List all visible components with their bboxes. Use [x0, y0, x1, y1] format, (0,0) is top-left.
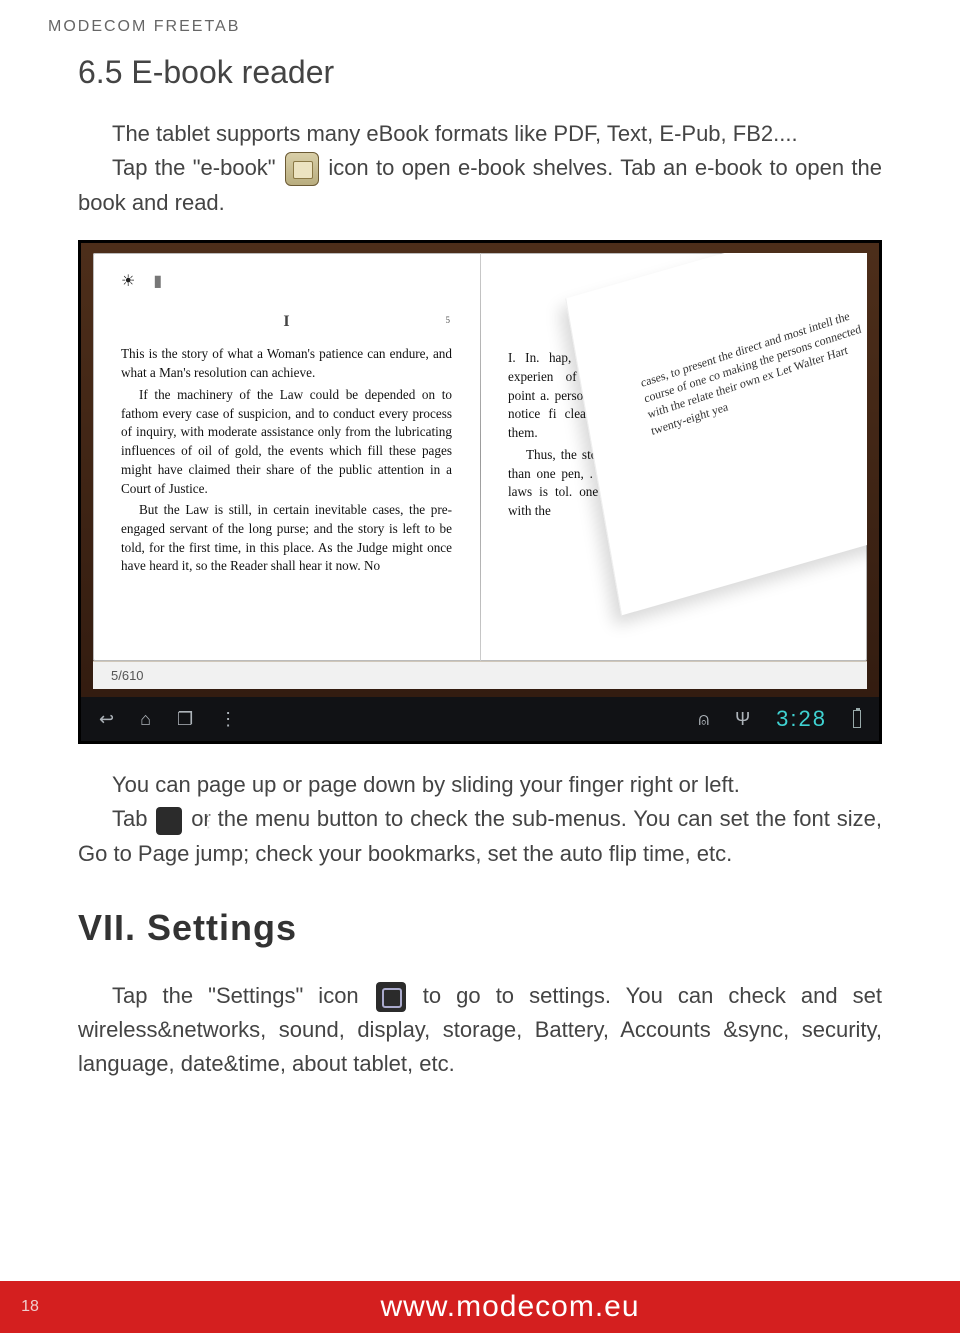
book-para-1: This is the story of what a Woman's pati…	[121, 345, 452, 382]
page-marker: 5	[446, 315, 451, 325]
android-debug-icon[interactable]: ⍝	[698, 709, 709, 730]
book-frame: ☀ ▮ I 5 This is the story of what a Woma…	[81, 243, 879, 697]
after-shot-p2: Tab or the menu button to check the sub-…	[78, 802, 882, 870]
android-navbar: ↩ ⌂ ❐ ⋮ ⍝ Ψ 3:28	[81, 697, 879, 741]
usb-icon[interactable]: Ψ	[735, 709, 750, 730]
intro-paragraph-2: Tap the "e-book" icon to open e-book she…	[78, 151, 882, 220]
page-number: 18	[0, 1298, 60, 1316]
overflow-icon[interactable]: ⋮	[219, 709, 237, 730]
section-7-p1: Tap the "Settings" icon to go to setting…	[78, 979, 882, 1081]
section-6-5-heading: 6.5 E-book reader	[78, 54, 882, 91]
brightness-icon[interactable]: ☀	[121, 271, 135, 291]
bookmark-icon[interactable]: ▮	[153, 271, 162, 291]
open-book: ☀ ▮ I 5 This is the story of what a Woma…	[93, 253, 867, 661]
section-7-heading: VII. Settings	[78, 907, 882, 949]
book-para-3: But the Law is still, in certain inevita…	[121, 501, 452, 576]
reader-toolbar-left: ☀ ▮	[121, 271, 162, 291]
curl-text: cases, to present the direct and most in…	[639, 305, 867, 439]
left-page[interactable]: ☀ ▮ I 5 This is the story of what a Woma…	[93, 253, 480, 661]
recent-apps-icon[interactable]: ❐	[177, 709, 193, 730]
page-footer: 18 www.modecom.eu	[0, 1281, 960, 1333]
right-page[interactable]: AA ⤢ ci I. In. hap, other. describ exper…	[480, 253, 867, 661]
p2a: Tab	[112, 806, 154, 831]
intro-paragraph-1: The tablet supports many eBook formats l…	[78, 117, 882, 151]
page-counter: 5/610	[93, 661, 867, 689]
ebook-reader-screenshot: ☀ ▮ I 5 This is the story of what a Woma…	[78, 240, 882, 744]
left-page-text: This is the story of what a Woman's pati…	[121, 345, 452, 576]
after-shot-p1: You can page up or page down by sliding …	[78, 768, 882, 802]
p2-text-a: Tap the "e-book"	[112, 155, 283, 180]
menu-icon	[156, 807, 182, 835]
book-para-2: If the machinery of the Law could be dep…	[121, 386, 452, 498]
s7-p1a: Tap the "Settings" icon	[112, 983, 374, 1008]
footer-url: www.modecom.eu	[60, 1290, 960, 1324]
back-icon[interactable]: ↩	[99, 709, 114, 730]
settings-app-icon	[376, 982, 406, 1012]
chapter-number: I	[121, 313, 452, 331]
ebook-app-icon	[285, 152, 319, 186]
home-icon[interactable]: ⌂	[140, 709, 151, 730]
page-curl[interactable]: cases, to present the direct and most in…	[565, 253, 867, 616]
brand-header: MODECOM FREETAB	[0, 0, 960, 36]
battery-icon[interactable]	[853, 710, 861, 728]
status-clock[interactable]: 3:28	[776, 706, 827, 732]
